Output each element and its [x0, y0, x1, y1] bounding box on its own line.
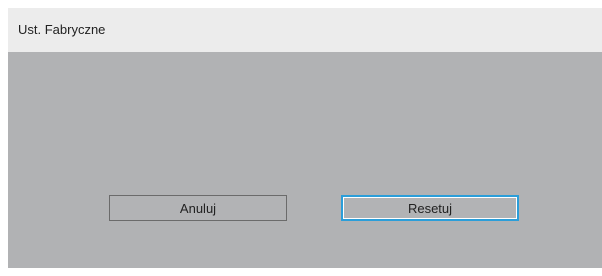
cancel-button-label: Anuluj	[179, 200, 217, 216]
reset-button-label: Resetuj	[407, 200, 453, 216]
factory-reset-dialog: Ust. Fabryczne Anuluj Resetuj	[8, 8, 602, 268]
reset-button[interactable]: Resetuj	[341, 195, 519, 221]
title-bar: Ust. Fabryczne	[8, 8, 602, 52]
cancel-button[interactable]: Anuluj	[109, 195, 287, 221]
dialog-title: Ust. Fabryczne	[18, 22, 106, 37]
